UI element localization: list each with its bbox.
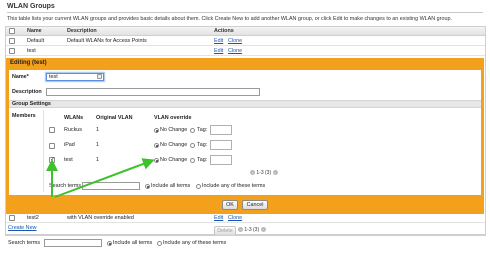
inner-pager-text: 1-3 (3) (256, 170, 272, 176)
wlan-name: test (64, 157, 73, 163)
tag-input[interactable] (210, 155, 232, 165)
row-checkbox[interactable] (9, 48, 15, 54)
tag-label: Tag: (197, 142, 208, 148)
table-row: test Edit Clone (6, 47, 485, 56)
row-checkbox[interactable] (9, 215, 15, 221)
no-change-radio[interactable] (154, 143, 159, 148)
select-all-checkbox[interactable] (9, 28, 15, 34)
inner-include-any-label: Include any of these terms (202, 183, 266, 189)
name-input[interactable]: test (46, 73, 104, 81)
tag-label: Tag: (197, 157, 208, 163)
no-change-label: No Change (160, 142, 188, 148)
no-change-label: No Change (160, 157, 188, 163)
group-settings-bar: Group Settings (9, 100, 481, 108)
header-actions: Actions (214, 28, 234, 34)
inner-search-label: Search terms (49, 183, 82, 189)
col-original-vlan: Original VLAN (96, 115, 133, 121)
tag-radio[interactable] (190, 158, 195, 163)
include-all-label: Include all terms (113, 240, 153, 246)
editor-title: Editing (test) (10, 60, 47, 66)
edit-link[interactable]: Edit (214, 38, 223, 44)
table-row: test2 with VLAN override enabled Edit Cl… (6, 214, 485, 223)
wlan-original-vlan: 1 (96, 142, 99, 148)
no-change-label: No Change (160, 127, 188, 133)
edit-link[interactable]: Edit (214, 48, 223, 54)
wlan-original-vlan: 1 (96, 157, 99, 163)
row-name: test (27, 48, 36, 54)
include-all-radio[interactable] (107, 241, 112, 246)
row-checkbox[interactable] (9, 38, 15, 44)
members-grid (43, 110, 481, 192)
description-input[interactable] (46, 88, 260, 96)
tag-radio[interactable] (190, 143, 195, 148)
search-input[interactable] (44, 239, 102, 247)
inner-search-input[interactable] (82, 182, 140, 190)
wlan-checkbox-test[interactable] (49, 156, 55, 163)
header-description: Description (67, 28, 97, 34)
row-description: with VLAN override enabled (67, 215, 134, 221)
title-divider (7, 12, 483, 13)
edit-link[interactable]: Edit (214, 215, 223, 221)
clone-link[interactable]: Clone (228, 215, 242, 221)
next-page-icon[interactable]: › (260, 227, 266, 233)
clone-link[interactable]: Clone (228, 48, 242, 54)
next-page-icon[interactable]: › (272, 170, 278, 176)
wlan-checkbox-ruckus[interactable] (49, 127, 55, 133)
group-settings-label: Group Settings (12, 101, 51, 107)
header-name: Name (27, 28, 42, 34)
row-name: Default (27, 38, 45, 44)
row-description: Default WLANs for Access Points (67, 38, 147, 44)
no-change-radio[interactable] (154, 128, 159, 133)
tag-input[interactable] (210, 140, 232, 150)
table-header-row: Name Description Actions (6, 27, 485, 36)
inner-include-any-radio[interactable] (196, 184, 201, 189)
inner-include-all-radio[interactable] (145, 184, 150, 189)
tag-radio[interactable] (190, 128, 195, 133)
col-vlan-override: VLAN override (154, 115, 192, 121)
prev-page-icon[interactable]: ‹ (250, 170, 255, 176)
row-name: test2 (27, 215, 39, 221)
table-pager-text: 1-3 (3) (244, 227, 260, 233)
section-title: WLAN Groups (7, 3, 55, 10)
cancel-button[interactable]: Cancel (242, 200, 268, 210)
table-bottom-divider (5, 235, 486, 236)
name-input-icon (97, 74, 102, 79)
no-change-radio[interactable] (154, 158, 159, 163)
include-any-label: Include any of these terms (163, 240, 227, 246)
wlan-checkbox-ipad[interactable] (49, 143, 55, 149)
wlan-name: Ruckus (64, 127, 82, 133)
inner-include-all-label: Include all terms (151, 183, 191, 189)
include-any-radio[interactable] (157, 241, 162, 246)
section-description: This table lists your current WLAN group… (7, 16, 452, 22)
clone-link[interactable]: Clone (228, 38, 242, 44)
inner-pager: ‹ 1-3 (3) › (250, 170, 278, 176)
table-pager: ‹ 1-3 (3) › (238, 227, 266, 233)
wlan-name: iPad (64, 142, 75, 148)
col-wlans: WLANs (64, 115, 84, 121)
tag-input[interactable] (210, 125, 232, 135)
description-label: Description (12, 89, 42, 95)
table-row: Default Default WLANs for Access Points … (6, 37, 485, 46)
name-input-value: test (49, 74, 58, 80)
members-label: Members (12, 113, 36, 119)
name-label: Name* (12, 74, 29, 80)
search-label: Search terms (8, 240, 41, 246)
ok-button[interactable]: OK (222, 200, 238, 210)
wlan-original-vlan: 1 (96, 127, 99, 133)
prev-page-icon[interactable]: ‹ (238, 227, 243, 233)
tag-label: Tag: (197, 127, 208, 133)
create-new-link[interactable]: Create New (8, 225, 36, 231)
